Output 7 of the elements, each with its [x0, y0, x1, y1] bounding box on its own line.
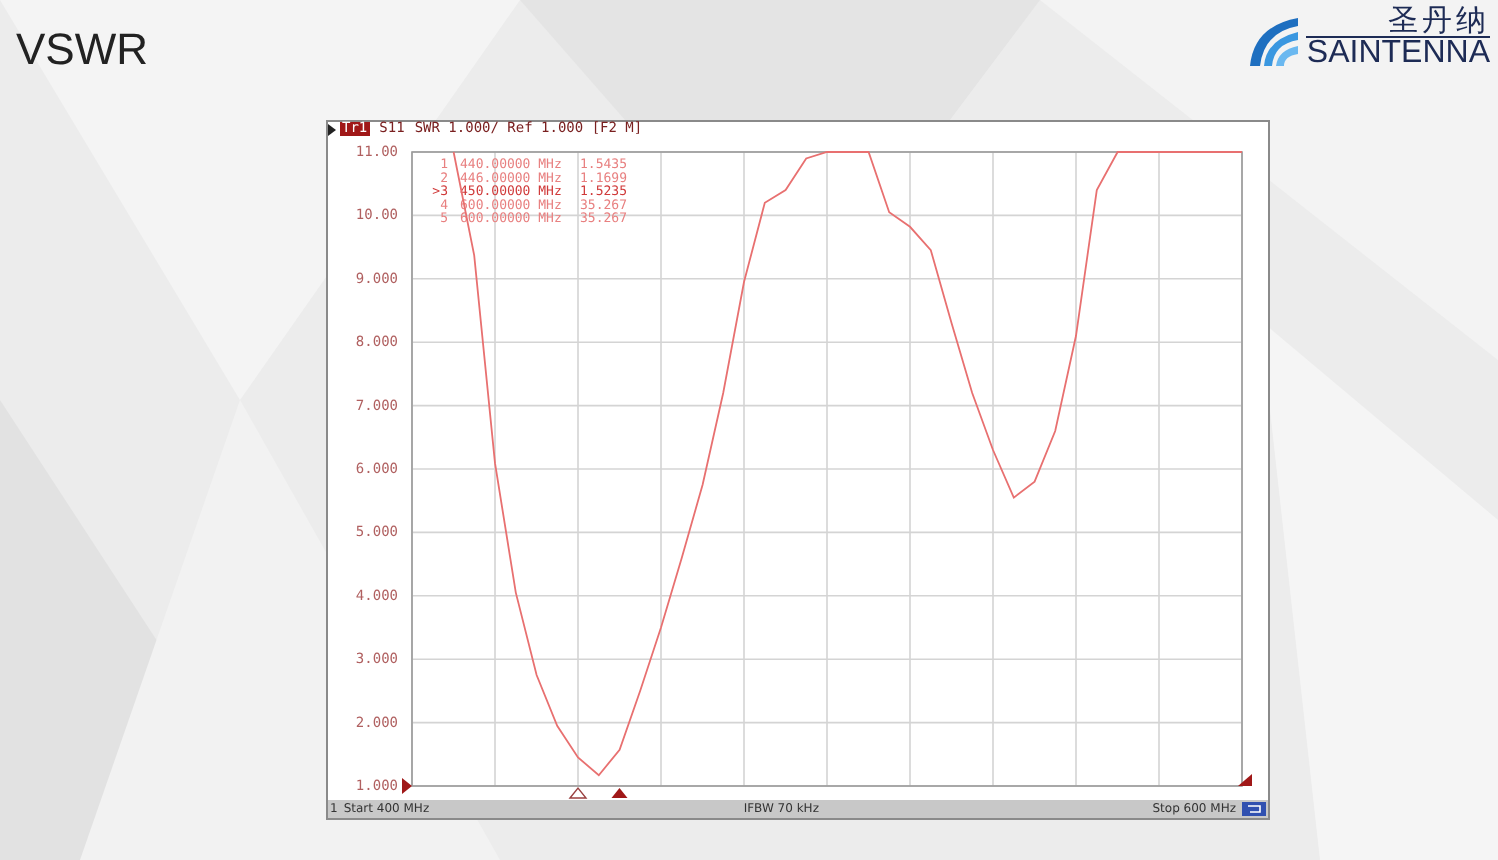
page-title: VSWR — [16, 28, 148, 72]
reference-marker-icon — [1238, 773, 1252, 786]
stimulus-marker-icon — [568, 786, 588, 799]
reference-marker-icon — [402, 777, 412, 794]
logo-wordmark: SAINTENNA — [1306, 36, 1490, 70]
play-arrow-icon — [328, 123, 336, 136]
logo-chinese: 圣丹纳 — [1388, 6, 1490, 36]
